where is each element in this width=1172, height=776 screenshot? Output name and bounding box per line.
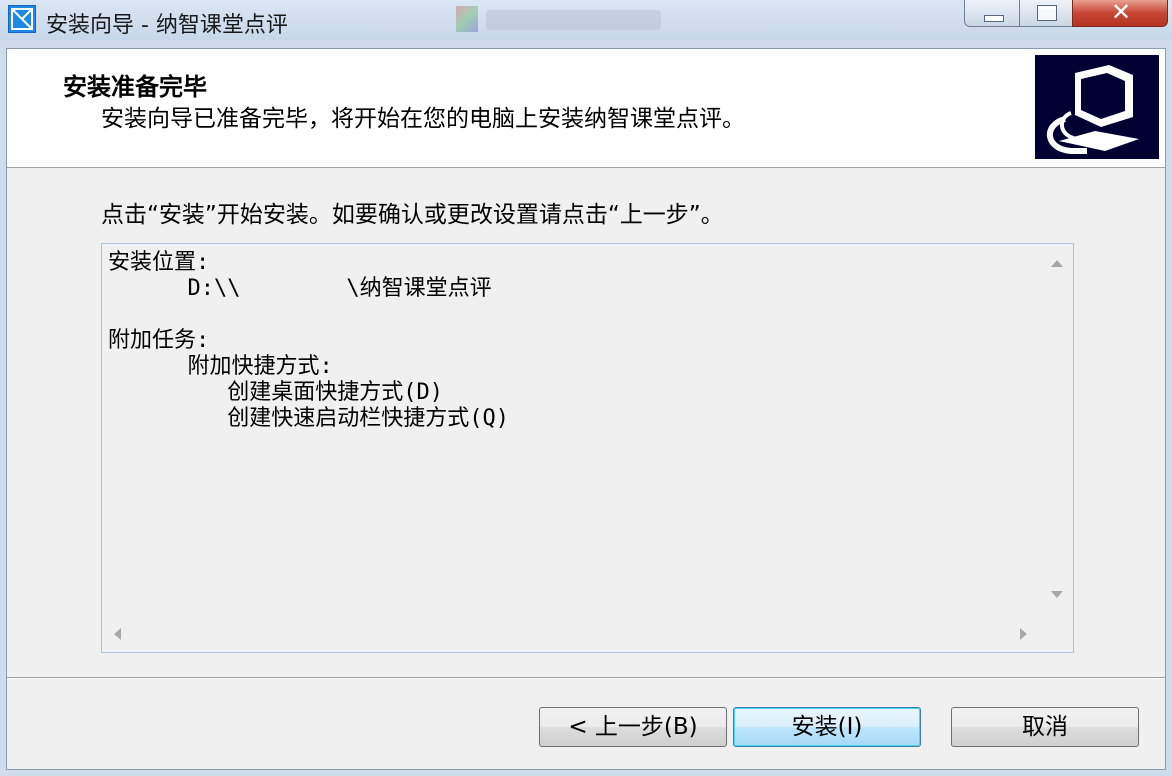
close-button[interactable]: ✕ — [1072, 0, 1168, 27]
title-bar[interactable]: 安装向导 - 纳智课堂点评 ✕ — [0, 0, 1172, 40]
scroll-down-icon[interactable] — [1051, 591, 1063, 598]
scrollbar-corner — [1039, 616, 1073, 652]
scroll-up-icon[interactable] — [1051, 260, 1063, 267]
background-app-title — [486, 10, 661, 30]
wizard-header: 安装准备完毕 安装向导已准备完毕，将开始在您的电脑上安装纳智课堂点评。 — [7, 49, 1165, 168]
cancel-button[interactable]: 取消 — [951, 707, 1139, 747]
page-title: 安装准备完毕 — [63, 73, 207, 101]
scroll-right-icon[interactable] — [1020, 628, 1027, 640]
maximize-button[interactable] — [1019, 0, 1073, 27]
page-subtitle: 安装向导已准备完毕，将开始在您的电脑上安装纳智课堂点评。 — [101, 106, 745, 132]
scroll-left-icon[interactable] — [114, 628, 121, 640]
footer-divider — [7, 677, 1165, 679]
minimize-icon — [984, 15, 1004, 22]
back-button[interactable]: < 上一步(B) — [539, 707, 727, 747]
instruction-text: 点击“安装”开始安装。如要确认或更改设置请点击“上一步”。 — [101, 202, 724, 228]
window-title: 安装向导 - 纳智课堂点评 — [46, 13, 288, 38]
horizontal-scrollbar[interactable] — [102, 616, 1039, 652]
memo-line: 创建桌面快捷方式(D) — [108, 380, 443, 405]
memo-line — [108, 302, 509, 328]
summary-memo[interactable]: 安装位置: D:\\ \纳智课堂点评 附加任务: 附加快捷方式: 创建桌面快捷方… — [101, 243, 1074, 653]
installer-window: 安装向导 - 纳智课堂点评 ✕ 安装准备完毕 安装向导已准备完毕，将开始在您的电… — [0, 0, 1172, 776]
wizard-client-area: 安装准备完毕 安装向导已准备完毕，将开始在您的电脑上安装纳智课堂点评。 点击“安… — [6, 48, 1166, 770]
installer-app-icon — [8, 5, 36, 33]
vertical-scrollbar[interactable] — [1039, 244, 1073, 616]
summary-content: 安装位置: D:\\ \纳智课堂点评 附加任务: 附加快捷方式: 创建桌面快捷方… — [108, 250, 509, 432]
memo-line: 附加快捷方式: — [108, 354, 333, 379]
memo-line: 创建快速启动栏快捷方式(Q) — [108, 406, 509, 431]
memo-line: 安装位置: — [108, 250, 210, 275]
maximize-icon — [1037, 5, 1057, 21]
install-button[interactable]: 安装(I) — [733, 707, 921, 747]
background-app-icon — [456, 6, 478, 32]
minimize-button[interactable] — [964, 0, 1020, 27]
memo-line: 附加任务: — [108, 328, 210, 353]
computer-install-icon — [1035, 55, 1159, 159]
memo-line: D:\\ \纳智课堂点评 — [108, 276, 492, 301]
close-icon: ✕ — [1110, 0, 1132, 26]
